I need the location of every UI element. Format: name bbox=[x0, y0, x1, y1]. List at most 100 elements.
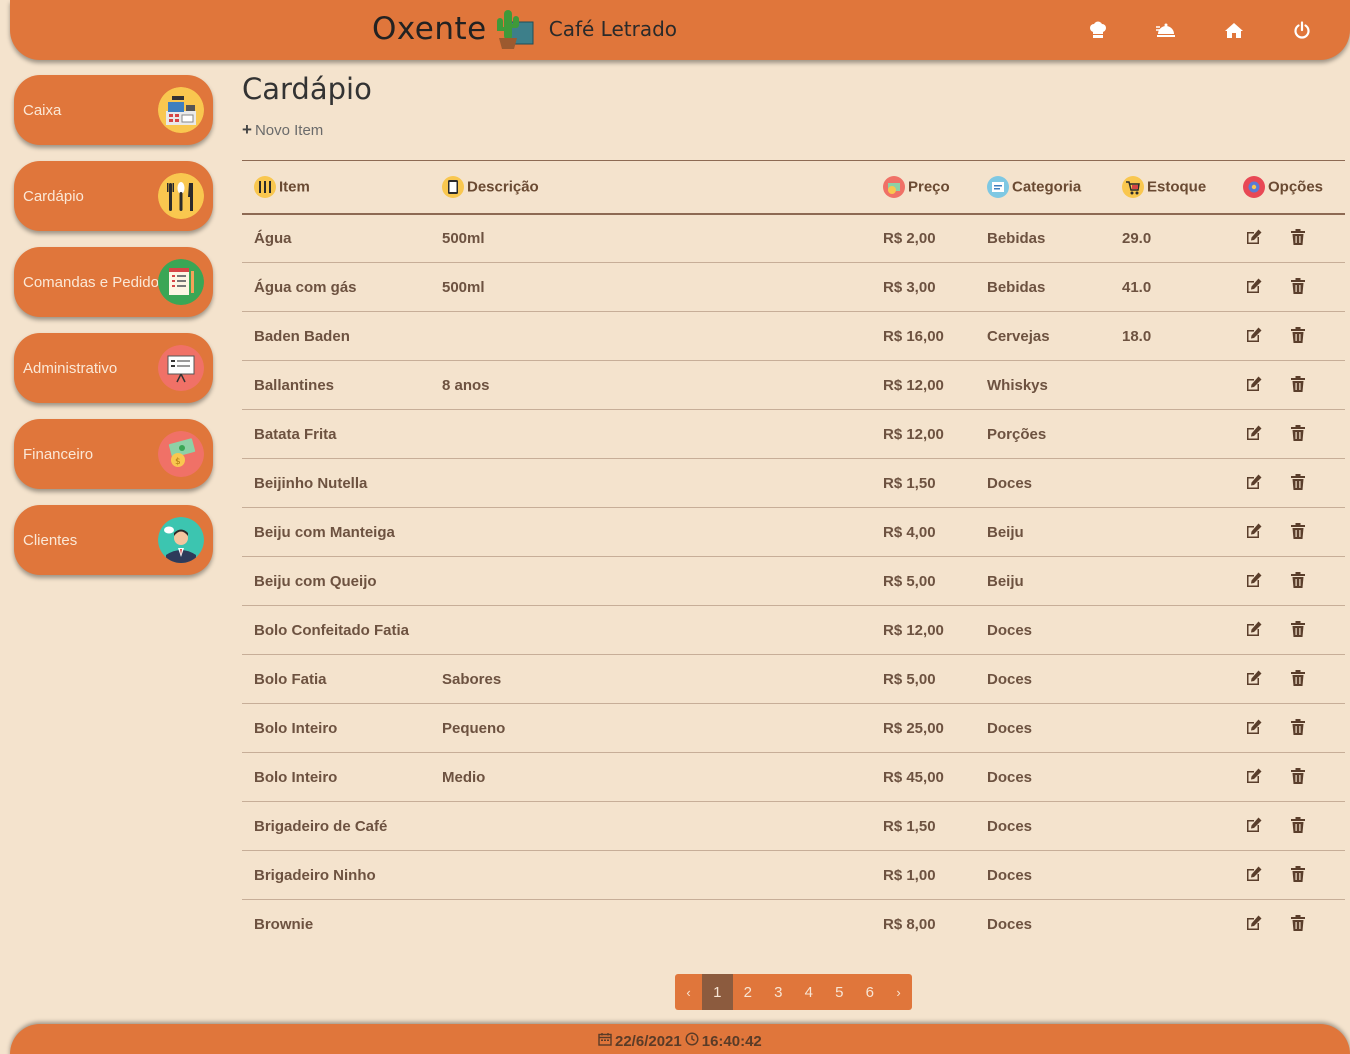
column-header-preco[interactable]: Preço bbox=[871, 161, 975, 214]
pagination-page-5[interactable]: 5 bbox=[824, 974, 855, 1010]
column-header-opcoes[interactable]: Opções bbox=[1231, 161, 1345, 214]
cell-descricao bbox=[430, 802, 871, 851]
money-icon: $ bbox=[158, 431, 204, 477]
serving-cloche-icon[interactable] bbox=[1156, 20, 1176, 40]
trash-icon[interactable] bbox=[1287, 373, 1309, 395]
edit-icon[interactable] bbox=[1243, 275, 1265, 297]
chef-hat-icon[interactable] bbox=[1088, 20, 1108, 40]
column-header-item[interactable]: Item bbox=[242, 161, 430, 214]
pagination-page-1[interactable]: 1 bbox=[702, 974, 733, 1010]
table-body: Água 500ml R$ 2,00 Bebidas 29.0 Água com gás 5… bbox=[242, 214, 1345, 949]
pagination-prev-button[interactable]: ‹ bbox=[675, 974, 702, 1010]
page-title: Cardápio bbox=[242, 72, 372, 106]
main-content: Cardápio + Novo Item Item Descrição Preç… bbox=[242, 68, 1345, 949]
logo-text: Oxente bbox=[372, 11, 487, 47]
order-pad-icon bbox=[158, 259, 204, 305]
trash-icon[interactable] bbox=[1287, 667, 1309, 689]
home-icon[interactable] bbox=[1224, 20, 1244, 40]
date-time: 22/6/2021 16:40:42 bbox=[598, 1032, 762, 1050]
cell-categoria: Whiskys bbox=[987, 376, 1048, 394]
column-header-categoria[interactable]: Categoria bbox=[975, 161, 1110, 214]
cell-descricao bbox=[430, 508, 871, 557]
table-row: Bolo Inteiro Medio R$ 45,00 Doces bbox=[242, 753, 1345, 802]
trash-icon[interactable] bbox=[1287, 863, 1309, 885]
edit-icon[interactable] bbox=[1243, 814, 1265, 836]
edit-icon[interactable] bbox=[1243, 373, 1265, 395]
edit-icon[interactable] bbox=[1243, 324, 1265, 346]
pagination-page-4[interactable]: 4 bbox=[794, 974, 825, 1010]
trash-icon[interactable] bbox=[1287, 569, 1309, 591]
table-row: Bolo Confeitado Fatia R$ 12,00 Doces bbox=[242, 606, 1345, 655]
cell-estoque: 41.0 bbox=[1122, 278, 1152, 296]
sidebar-item-clientes[interactable]: Clientes bbox=[14, 505, 213, 575]
cell-categoria: Doces bbox=[987, 474, 1033, 492]
pagination-page-6[interactable]: 6 bbox=[855, 974, 886, 1010]
cell-estoque bbox=[1110, 459, 1231, 508]
table-row: Beiju com Queijo R$ 5,00 Beiju bbox=[242, 557, 1345, 606]
cell-estoque bbox=[1110, 753, 1231, 802]
sidebar-item-administrativo[interactable]: Administrativo bbox=[14, 333, 213, 403]
sidebar-item-caixa[interactable]: Caixa bbox=[14, 75, 213, 145]
edit-icon[interactable] bbox=[1243, 863, 1265, 885]
cash-register-icon bbox=[158, 87, 204, 133]
new-item-label: Novo Item bbox=[254, 121, 324, 139]
footer-date: 22/6/2021 bbox=[615, 1032, 682, 1050]
sidebar-item-cardapio[interactable]: Cardápio bbox=[14, 161, 213, 231]
cell-categoria: Porções bbox=[987, 425, 1047, 443]
edit-icon[interactable] bbox=[1243, 765, 1265, 787]
cell-descricao: 500ml bbox=[442, 278, 485, 296]
settings-gear-icon bbox=[1243, 175, 1265, 198]
power-icon[interactable] bbox=[1292, 20, 1312, 40]
edit-icon[interactable] bbox=[1243, 912, 1265, 934]
trash-icon[interactable] bbox=[1287, 520, 1309, 542]
table-row: Brownie R$ 8,00 Doces bbox=[242, 900, 1345, 949]
cell-estoque bbox=[1110, 557, 1231, 606]
trash-icon[interactable] bbox=[1287, 618, 1309, 640]
trash-icon[interactable] bbox=[1287, 716, 1309, 738]
brand: Oxente Café Letrado bbox=[372, 8, 677, 50]
column-header-descricao[interactable]: Descrição bbox=[430, 161, 871, 214]
cell-opcoes bbox=[1231, 851, 1345, 900]
pagination-page-3[interactable]: 3 bbox=[763, 974, 794, 1010]
cell-descricao bbox=[430, 851, 871, 900]
new-item-link[interactable]: + Novo Item bbox=[242, 120, 323, 140]
trash-icon[interactable] bbox=[1287, 422, 1309, 444]
cell-categoria: Cervejas bbox=[987, 327, 1050, 345]
cell-item: Bolo Inteiro bbox=[254, 719, 338, 737]
cell-descricao: 8 anos bbox=[442, 376, 490, 394]
edit-icon[interactable] bbox=[1243, 422, 1265, 444]
trash-icon[interactable] bbox=[1287, 275, 1309, 297]
cell-preco: R$ 5,00 bbox=[883, 572, 936, 590]
table-row: Beiju com Manteiga R$ 4,00 Beiju bbox=[242, 508, 1345, 557]
trash-icon[interactable] bbox=[1287, 226, 1309, 248]
trash-icon[interactable] bbox=[1287, 765, 1309, 787]
cell-opcoes bbox=[1231, 802, 1345, 851]
cell-descricao bbox=[430, 557, 871, 606]
edit-icon[interactable] bbox=[1243, 716, 1265, 738]
edit-icon[interactable] bbox=[1243, 471, 1265, 493]
trash-icon[interactable] bbox=[1287, 814, 1309, 836]
cell-item: Água bbox=[254, 229, 292, 247]
cell-estoque bbox=[1110, 900, 1231, 949]
sidebar-item-comandas[interactable]: Comandas e Pedidos bbox=[14, 247, 213, 317]
top-bar: Oxente Café Letrado bbox=[10, 0, 1350, 60]
pagination-page-2[interactable]: 2 bbox=[733, 974, 764, 1010]
trash-icon[interactable] bbox=[1287, 471, 1309, 493]
cell-preco: R$ 3,00 bbox=[883, 278, 936, 296]
pagination-next-button[interactable]: › bbox=[885, 974, 912, 1010]
table-row: Bolo Fatia Sabores R$ 5,00 Doces bbox=[242, 655, 1345, 704]
edit-icon[interactable] bbox=[1243, 569, 1265, 591]
edit-icon[interactable] bbox=[1243, 618, 1265, 640]
cell-item: Beiju com Queijo bbox=[254, 572, 377, 590]
edit-icon[interactable] bbox=[1243, 667, 1265, 689]
cell-descricao: 500ml bbox=[442, 229, 485, 247]
cell-categoria: Doces bbox=[987, 866, 1033, 884]
trash-icon[interactable] bbox=[1287, 324, 1309, 346]
column-header-estoque[interactable]: Estoque bbox=[1110, 161, 1231, 214]
sidebar-item-financeiro[interactable]: Financeiro $ bbox=[14, 419, 213, 489]
cell-opcoes bbox=[1231, 361, 1345, 410]
edit-icon[interactable] bbox=[1243, 226, 1265, 248]
trash-icon[interactable] bbox=[1287, 912, 1309, 934]
cell-preco: R$ 12,00 bbox=[883, 425, 944, 443]
edit-icon[interactable] bbox=[1243, 520, 1265, 542]
